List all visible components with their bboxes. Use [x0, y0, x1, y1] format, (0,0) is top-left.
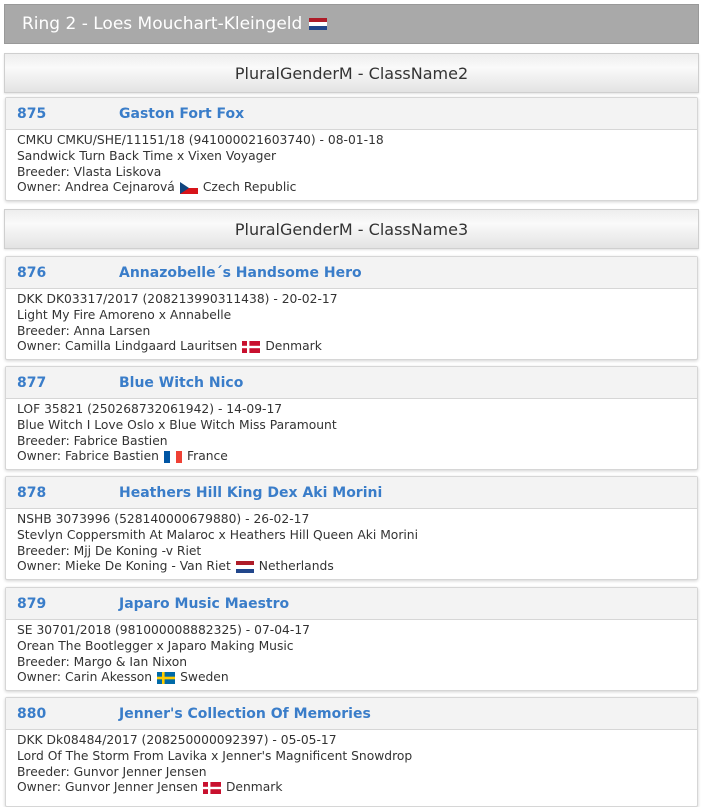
- dog-name-link[interactable]: Japaro Music Maestro: [119, 596, 289, 612]
- class-header: PluralGenderM - ClassName3: [4, 209, 699, 249]
- owner-country: Denmark: [225, 780, 283, 795]
- dog-card[interactable]: 877 Blue Witch Nico LOF 35821 (250268732…: [5, 366, 698, 470]
- catalog-number[interactable]: 876: [17, 265, 119, 281]
- owner-country: Netherlands: [258, 559, 334, 574]
- registration-info: LOF 35821 (250268732061942) - 14-09-17: [17, 402, 283, 416]
- owner-info: Owner: Andrea Cejnarová Czech Republic: [17, 180, 686, 196]
- dog-card[interactable]: 878 Heathers Hill King Dex Aki Morini NS…: [5, 476, 698, 580]
- owner-country: France: [186, 449, 228, 464]
- breeder-info: Breeder: Vlasta Liskova: [17, 164, 162, 179]
- registration-info: NSHB 3073996 (528140000679880) - 26-02-1…: [17, 512, 310, 526]
- owner-name: Owner: Camilla Lindgaard Lauritsen: [17, 339, 238, 354]
- owner-info: Owner: Gunvor Jenner Jensen Denmark: [17, 780, 686, 796]
- breeder-info: Breeder: Fabrice Bastien: [17, 433, 168, 448]
- ring-title: Ring 2 - Loes Mouchart-Kleingeld: [22, 14, 303, 34]
- denmark-flag-icon: [202, 782, 221, 795]
- registration-info: CMKU CMKU/SHE/11151/18 (941000021603740)…: [17, 133, 384, 147]
- breeder-info: Breeder: Mjj De Koning -v Riet: [17, 543, 202, 558]
- ring-header: Ring 2 - Loes Mouchart-Kleingeld: [4, 4, 699, 44]
- parents-info: Stevlyn Coppersmith At Malaroc x Heather…: [17, 527, 419, 542]
- owner-country: Czech Republic: [202, 180, 297, 195]
- dog-card-header[interactable]: 880 Jenner's Collection Of Memories: [6, 698, 697, 730]
- owner-name: Owner: Gunvor Jenner Jensen: [17, 780, 198, 795]
- parents-info: Sandwick Turn Back Time x Vixen Voyager: [17, 148, 277, 163]
- dog-name-link[interactable]: Annazobelle´s Handsome Hero: [119, 265, 362, 281]
- catalog-number[interactable]: 878: [17, 485, 119, 501]
- parents-info: Light My Fire Amoreno x Annabelle: [17, 307, 232, 322]
- owner-info: Owner: Fabrice Bastien France: [17, 449, 686, 465]
- class-header: PluralGenderM - ClassName2: [4, 53, 699, 93]
- class-title: PluralGenderM - ClassName3: [234, 219, 469, 239]
- owner-name: Owner: Andrea Cejnarová: [17, 180, 175, 195]
- catalog-number[interactable]: 875: [17, 106, 119, 122]
- dog-card-header[interactable]: 879 Japaro Music Maestro: [6, 588, 697, 620]
- breeder-info: Breeder: Gunvor Jenner Jensen: [17, 764, 207, 779]
- dog-card-header[interactable]: 878 Heathers Hill King Dex Aki Morini: [6, 477, 697, 509]
- parents-info: Orean The Bootlegger x Japaro Making Mus…: [17, 638, 294, 653]
- dog-name-link[interactable]: Heathers Hill King Dex Aki Morini: [119, 485, 382, 501]
- dog-card[interactable]: 880 Jenner's Collection Of Memories DKK …: [5, 697, 698, 807]
- dog-name-link[interactable]: Blue Witch Nico: [119, 375, 243, 391]
- dog-card[interactable]: 875 Gaston Fort Fox CMKU CMKU/SHE/11151/…: [5, 97, 698, 201]
- class-title: PluralGenderM - ClassName2: [234, 63, 469, 83]
- dog-card-header[interactable]: 877 Blue Witch Nico: [6, 367, 697, 399]
- owner-name: Owner: Carin Akesson: [17, 670, 153, 685]
- owner-name: Owner: Fabrice Bastien: [17, 449, 159, 464]
- owner-info: Owner: Carin Akesson Sweden: [17, 670, 686, 686]
- parents-info: Lord Of The Storm From Lavika x Jenner's…: [17, 748, 413, 763]
- catalog-number[interactable]: 877: [17, 375, 119, 391]
- registration-info: SE 30701/2018 (981000008882325) - 07-04-…: [17, 623, 310, 637]
- dog-card[interactable]: 876 Annazobelle´s Handsome Hero DKK DK03…: [5, 256, 698, 360]
- breeder-info: Breeder: Anna Larsen: [17, 323, 151, 338]
- parents-info: Blue Witch I Love Oslo x Blue Witch Miss…: [17, 417, 337, 432]
- dog-name-link[interactable]: Jenner's Collection Of Memories: [119, 706, 371, 722]
- sweden-flag-icon: [157, 672, 176, 685]
- owner-info: Owner: Mieke De Koning - Van Riet Nether…: [17, 559, 686, 575]
- catalog-number[interactable]: 879: [17, 596, 119, 612]
- denmark-flag-icon: [242, 341, 261, 354]
- czech-flag-icon: [179, 182, 198, 195]
- registration-info: DKK DK03317/2017 (208213990311438) - 20-…: [17, 292, 338, 306]
- owner-country: Sweden: [180, 670, 229, 685]
- netherlands-flag-icon: [309, 18, 328, 30]
- france-flag-icon: [163, 451, 182, 464]
- registration-info: DKK Dk08484/2017 (208250000092397) - 05-…: [17, 733, 337, 747]
- dog-card-header[interactable]: 875 Gaston Fort Fox: [6, 98, 697, 130]
- owner-country: Denmark: [265, 339, 322, 354]
- netherlands-flag-icon: [235, 561, 254, 574]
- owner-info: Owner: Camilla Lindgaard Lauritsen Denma…: [17, 339, 686, 355]
- breeder-info: Breeder: Margo & Ian Nixon: [17, 654, 188, 669]
- dog-card-header[interactable]: 876 Annazobelle´s Handsome Hero: [6, 257, 697, 289]
- owner-name: Owner: Mieke De Koning - Van Riet: [17, 559, 231, 574]
- dog-card[interactable]: 879 Japaro Music Maestro SE 30701/2018 (…: [5, 587, 698, 691]
- dog-name-link[interactable]: Gaston Fort Fox: [119, 106, 244, 122]
- catalog-number[interactable]: 880: [17, 706, 119, 722]
